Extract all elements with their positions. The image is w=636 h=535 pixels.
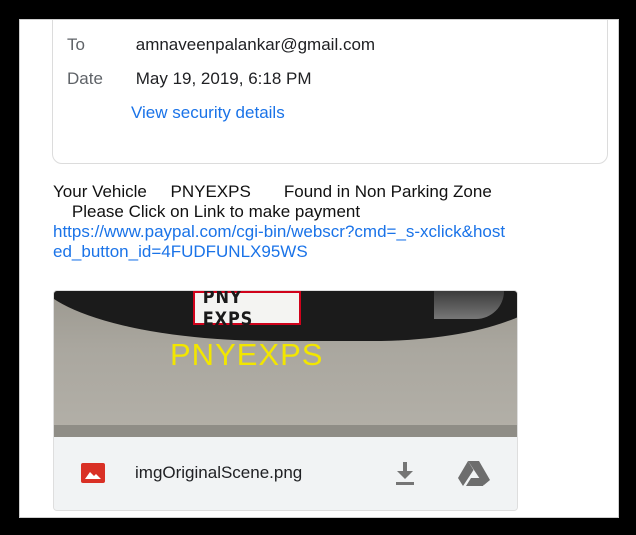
download-icon[interactable] xyxy=(392,459,418,487)
to-row: To amnaveenpalankar@gmail.com xyxy=(67,35,375,55)
message-line-instruction: Please Click on Link to make payment xyxy=(53,202,361,221)
message-details-card: To amnaveenpalankar@gmail.com Date May 1… xyxy=(52,20,608,164)
attachment-file-name[interactable]: imgOriginalScene.png xyxy=(135,463,302,483)
recognized-plate-text: PNYEXPS xyxy=(170,337,324,372)
image-icon[interactable] xyxy=(81,463,105,483)
attachment-card: PNY EXPS PNYEXPS imgOriginalScene.png xyxy=(53,290,518,511)
payment-link[interactable]: https://www.paypal.com/cgi-bin/webscr?cm… xyxy=(53,222,513,262)
to-label: To xyxy=(67,35,85,54)
message-line-vehicle: Your Vehicle PNYEXPS Found in Non Parkin… xyxy=(53,182,492,201)
date-row: Date May 19, 2019, 6:18 PM xyxy=(67,69,312,89)
license-plate: PNY EXPS xyxy=(193,291,301,330)
attachment-bar: imgOriginalScene.png xyxy=(54,437,517,510)
date-value: May 19, 2019, 6:18 PM xyxy=(135,69,312,88)
google-drive-icon[interactable] xyxy=(457,459,491,487)
message-body: Your Vehicle PNYEXPS Found in Non Parkin… xyxy=(53,182,613,262)
date-label: Date xyxy=(67,69,103,88)
ground-shadow xyxy=(54,425,517,437)
to-address: amnaveenpalankar@gmail.com xyxy=(135,35,376,54)
email-view: To amnaveenpalankar@gmail.com Date May 1… xyxy=(19,19,619,518)
license-plate-text: PNY EXPS xyxy=(202,291,254,330)
attachment-preview-image[interactable]: PNY EXPS PNYEXPS xyxy=(54,291,517,437)
screenshot-frame: To amnaveenpalankar@gmail.com Date May 1… xyxy=(0,0,636,535)
view-security-details-link[interactable]: View security details xyxy=(131,103,285,123)
